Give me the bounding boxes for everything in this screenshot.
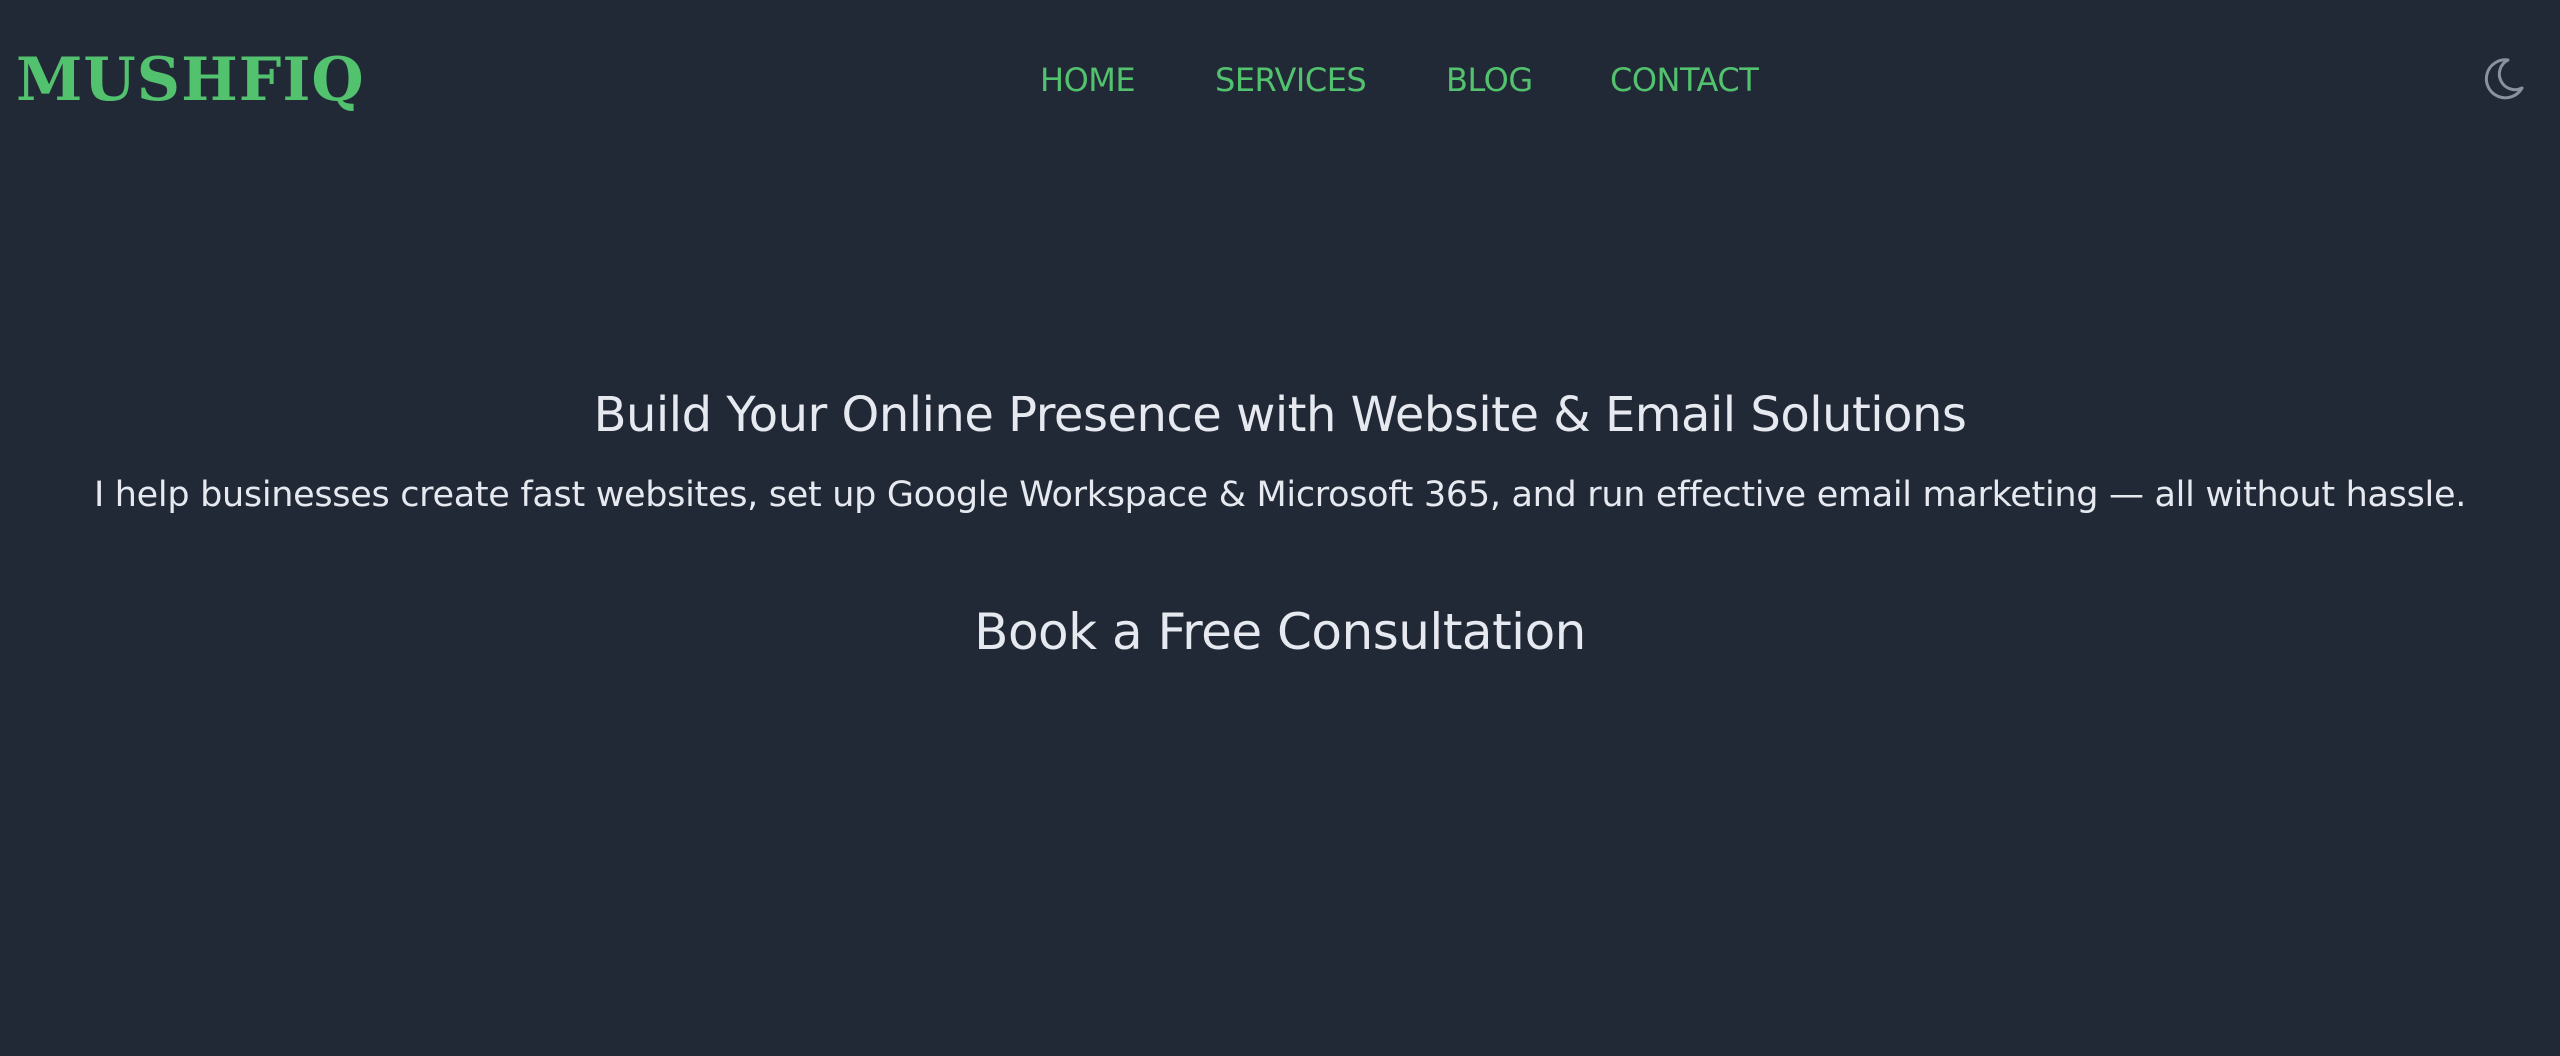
- hero-subtitle: I help businesses create fast websites, …: [93, 475, 2467, 515]
- nav-link-home[interactable]: HOME: [1040, 58, 1136, 102]
- book-consultation-button[interactable]: Book a Free Consultation: [974, 600, 1586, 664]
- nav-link-contact[interactable]: CONTACT: [1610, 58, 1759, 102]
- hero-section: Build Your Online Presence with Website …: [0, 380, 2560, 664]
- nav-link-blog[interactable]: BLOG: [1446, 58, 1533, 102]
- hero-title: Build Your Online Presence with Website …: [593, 387, 1967, 443]
- moon-icon: [2484, 58, 2524, 100]
- nav-link-services[interactable]: SERVICES: [1215, 58, 1367, 102]
- theme-toggle-button[interactable]: [2478, 54, 2528, 104]
- site-header: MUSHFIQ HOME SERVICES BLOG CONTACT: [0, 0, 2560, 160]
- site-logo[interactable]: MUSHFIQ: [16, 42, 365, 118]
